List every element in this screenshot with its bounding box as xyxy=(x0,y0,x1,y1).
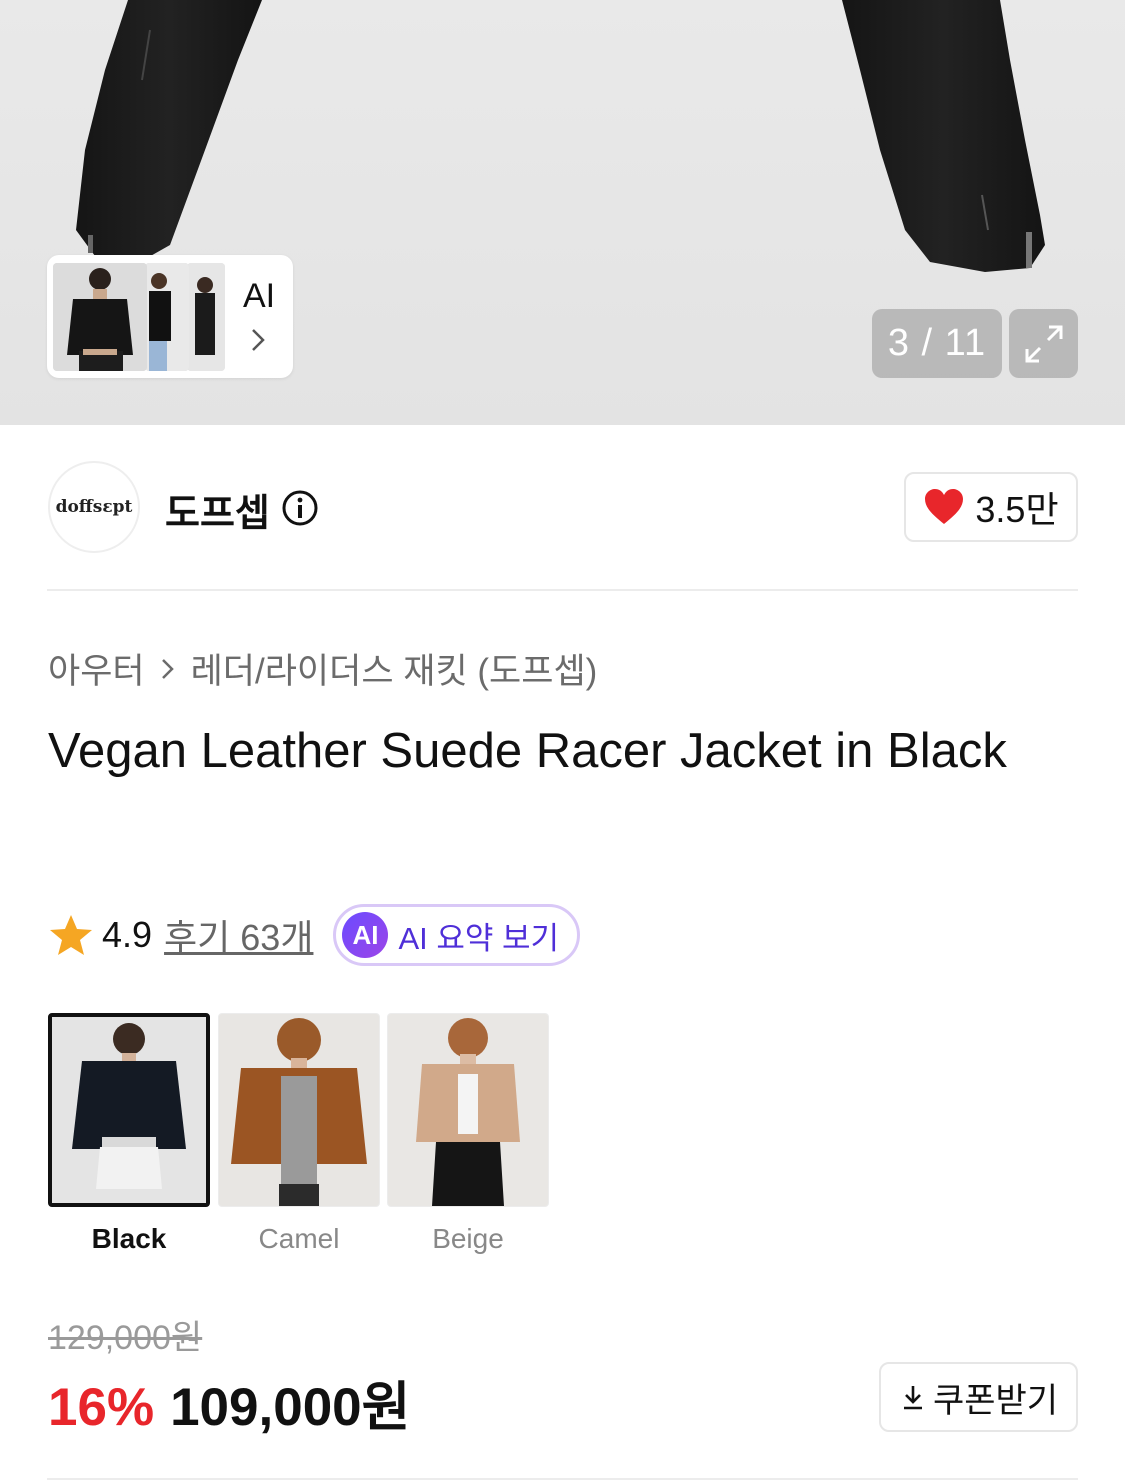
color-option-camel[interactable]: Camel xyxy=(218,1013,380,1255)
ai-thumb-label: AI xyxy=(243,277,276,315)
brand-logo[interactable]: doffsεpt xyxy=(48,461,140,553)
ai-summary-label: AI 요약 보기 xyxy=(398,920,560,956)
like-count: 3.5만 xyxy=(975,489,1059,530)
ai-summary-button[interactable]: AI AI 요약 보기 xyxy=(333,904,581,966)
rating-score: 4.9 xyxy=(102,914,153,955)
thumbnail-image xyxy=(53,263,147,371)
price-row: 16% 109,000원 xyxy=(48,1365,410,1441)
color-swatch-image xyxy=(48,1013,210,1207)
color-label: Black xyxy=(91,1223,167,1254)
sale-price: 109,000원 xyxy=(170,1378,411,1437)
rating-row: 4.9 후기 63개 AI AI 요약 보기 xyxy=(48,902,581,968)
coupon-label: 쿠폰받기 xyxy=(932,1381,1059,1420)
expand-button[interactable] xyxy=(1009,309,1078,378)
chevron-right-icon xyxy=(252,329,265,351)
brand-logo-text: doffsεpt xyxy=(55,497,133,517)
color-label: Camel xyxy=(258,1223,340,1254)
breadcrumb: 아우터 레더/라이더스 재킷 (도프셉) xyxy=(48,643,597,694)
breadcrumb-category[interactable]: 아우터 xyxy=(48,643,145,694)
image-counter: 3 / 11 xyxy=(872,309,1002,378)
product-title: Vegan Leather Suede Racer Jacket in Blac… xyxy=(48,724,1007,778)
thumbnail-image xyxy=(187,263,225,371)
heart-icon xyxy=(925,489,964,524)
color-swatch-image xyxy=(218,1013,380,1207)
breadcrumb-subcategory[interactable]: 레더/라이더스 재킷 (도프셉) xyxy=(191,643,598,694)
ai-badge-icon: AI xyxy=(342,912,389,958)
thumbnail-image xyxy=(145,263,189,371)
color-label: Beige xyxy=(432,1223,504,1254)
coupon-button[interactable]: 쿠폰받기 xyxy=(879,1362,1078,1432)
brand-name[interactable]: 도프셉 xyxy=(165,482,270,537)
color-option-black[interactable]: Black xyxy=(48,1013,210,1255)
chevron-right-icon xyxy=(161,658,174,679)
divider xyxy=(47,1478,1078,1480)
color-swatch-image xyxy=(387,1013,549,1207)
download-icon xyxy=(903,1386,922,1410)
expand-icon xyxy=(1025,325,1062,362)
ai-look-thumbnails[interactable]: AI xyxy=(47,255,293,378)
product-image-gallery[interactable]: AI 3 / 11 xyxy=(0,0,1125,425)
discount-rate: 16% xyxy=(48,1378,155,1437)
divider xyxy=(47,589,1078,591)
info-icon[interactable] xyxy=(281,489,319,527)
like-button[interactable]: 3.5만 xyxy=(904,472,1078,542)
star-icon xyxy=(50,915,92,955)
reviews-link[interactable]: 후기 63개 xyxy=(164,909,313,961)
original-price: 129,000원 xyxy=(48,1319,203,1357)
color-option-beige[interactable]: Beige xyxy=(387,1013,549,1255)
